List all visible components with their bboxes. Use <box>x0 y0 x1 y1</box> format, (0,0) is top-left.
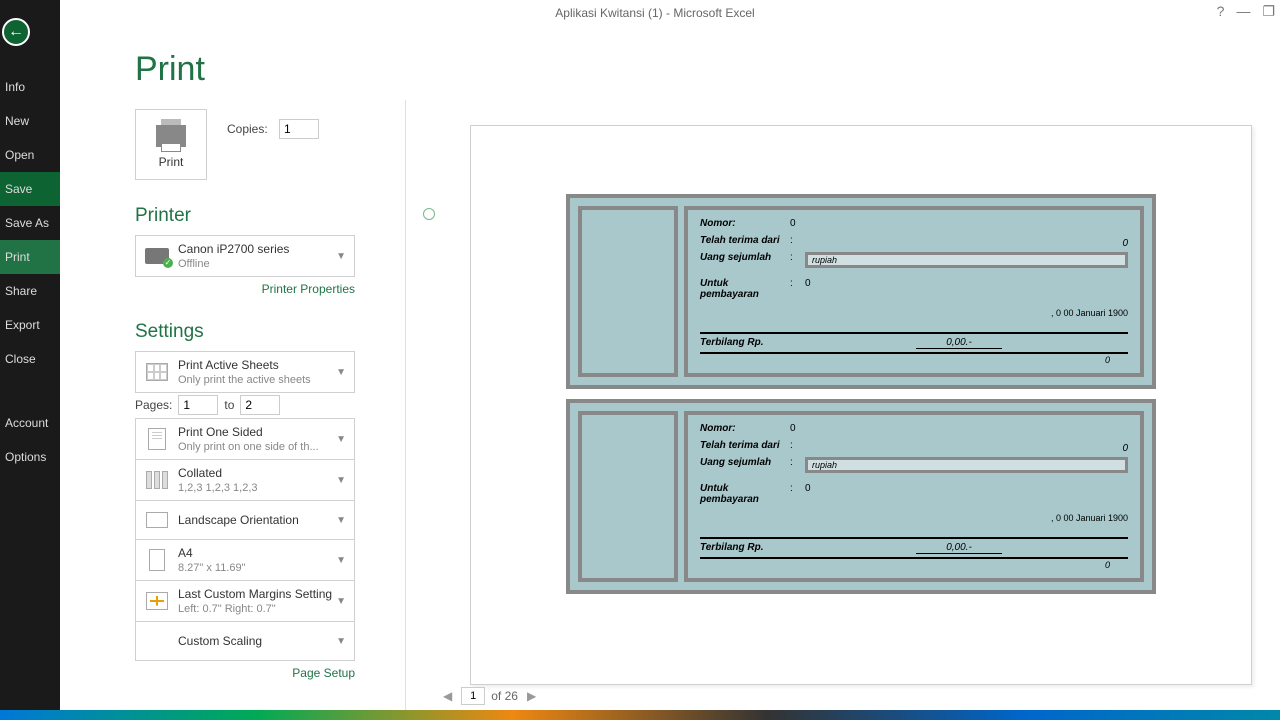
scaling-select[interactable]: Custom Scaling ▼ <box>135 621 355 661</box>
divider <box>405 100 406 710</box>
page-number-input[interactable] <box>461 687 485 705</box>
sidebar-item-close[interactable]: Close <box>0 342 60 376</box>
margins-icon <box>146 592 168 610</box>
size-icon <box>149 549 165 571</box>
backstage-sidebar: ← Info New Open Save Save As Print Share… <box>0 0 60 710</box>
printer-select[interactable]: Canon iP2700 series Offline ▼ <box>135 235 355 277</box>
collate-select[interactable]: Collated1,2,3 1,2,3 1,2,3 ▼ <box>135 459 355 501</box>
receipt-2: Nomor:0 Telah terima dari:0 Uang sejumla… <box>566 399 1156 594</box>
restore-icon[interactable]: ❐ <box>1262 3 1275 20</box>
page-from-input[interactable] <box>178 395 218 415</box>
sidebar-item-export[interactable]: Export <box>0 308 60 342</box>
prev-page-button[interactable]: ◀ <box>440 689 455 703</box>
collate-icon <box>146 471 168 489</box>
papersize-select[interactable]: A48.27" x 11.69" ▼ <box>135 539 355 581</box>
copies-input[interactable] <box>279 119 319 139</box>
printer-icon <box>156 125 186 147</box>
page-to-input[interactable] <box>240 395 280 415</box>
page-setup-link[interactable]: Page Setup <box>135 666 355 680</box>
page-icon <box>148 428 166 450</box>
printer-status-icon <box>145 248 169 264</box>
print-preview: Nomor:0 Telah terima dari:0 Uang sejumla… <box>470 125 1252 685</box>
sheets-icon <box>146 363 168 381</box>
sidebar-item-share[interactable]: Share <box>0 274 60 308</box>
sidebar-item-options[interactable]: Options <box>0 440 60 474</box>
chevron-down-icon: ▼ <box>336 251 346 262</box>
receipt-1: Nomor:0 Telah terima dari:0 Uang sejumla… <box>566 194 1156 389</box>
page-title: Print <box>135 50 1250 89</box>
orientation-icon <box>146 512 168 528</box>
orientation-select[interactable]: Landscape Orientation ▼ <box>135 500 355 540</box>
sidebar-item-info[interactable]: Info <box>0 70 60 104</box>
sidebar-item-save[interactable]: Save <box>0 172 60 206</box>
taskbar <box>0 710 1280 720</box>
margins-select[interactable]: Last Custom Margins SettingLeft: 0.7" Ri… <box>135 580 355 622</box>
sidebar-item-account[interactable]: Account <box>0 406 60 440</box>
sidebar-item-print[interactable]: Print <box>0 240 60 274</box>
copies-label: Copies: <box>227 122 268 136</box>
next-page-button[interactable]: ▶ <box>524 689 539 703</box>
minimize-icon[interactable]: — <box>1236 3 1250 20</box>
sidebar-item-saveas[interactable]: Save As <box>0 206 60 240</box>
printer-heading: Printer <box>135 180 435 227</box>
print-button[interactable]: Print <box>135 109 207 180</box>
page-total: of 26 <box>491 689 518 703</box>
refresh-icon[interactable] <box>423 208 435 220</box>
settings-heading: Settings <box>135 296 435 343</box>
print-range-select[interactable]: Print Active SheetsOnly print the active… <box>135 351 355 393</box>
sided-select[interactable]: Print One SidedOnly print on one side of… <box>135 418 355 460</box>
sidebar-item-new[interactable]: New <box>0 104 60 138</box>
back-button[interactable]: ← <box>2 18 30 46</box>
printer-properties-link[interactable]: Printer Properties <box>135 282 355 296</box>
window-title: Aplikasi Kwitansi (1) - Microsoft Excel <box>555 6 754 20</box>
page-navigator: ◀ of 26 ▶ <box>440 687 539 705</box>
pages-label: Pages: <box>135 398 172 412</box>
sidebar-item-open[interactable]: Open <box>0 138 60 172</box>
help-icon[interactable]: ? <box>1217 3 1225 20</box>
